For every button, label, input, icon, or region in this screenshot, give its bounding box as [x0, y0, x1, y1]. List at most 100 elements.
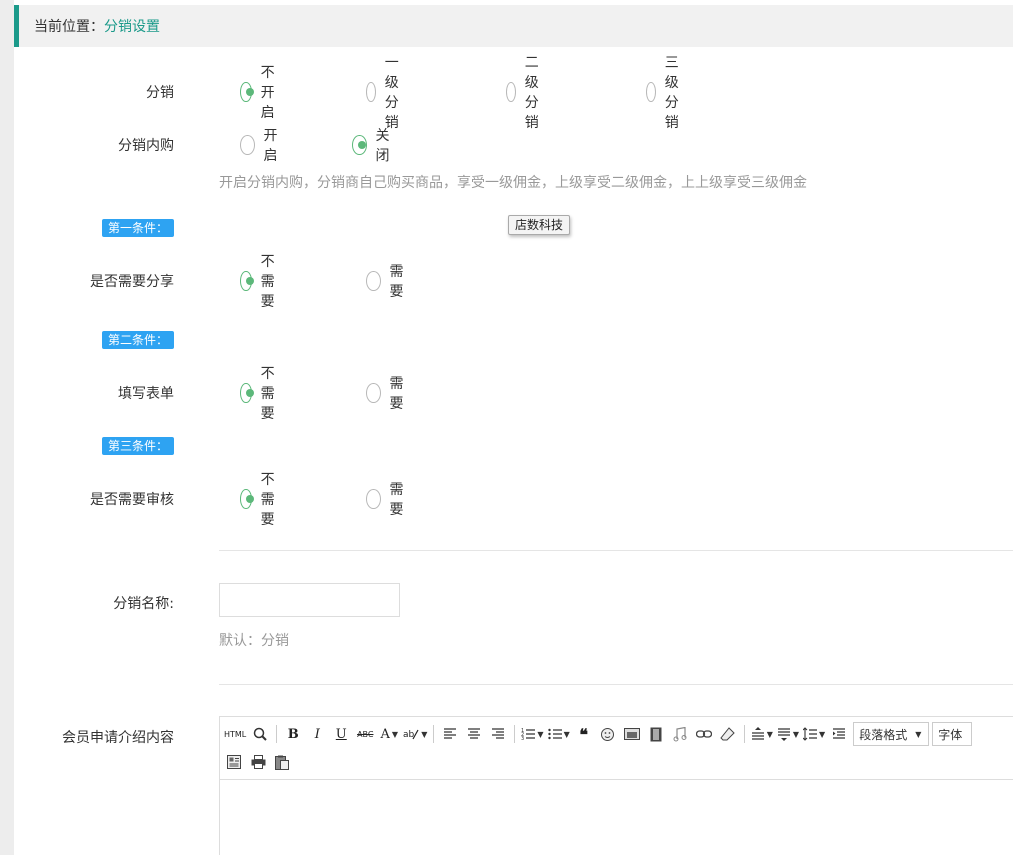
underline-button[interactable]: U — [331, 724, 351, 744]
rich-text-editor: HTML B I U ABC A ▼ ab ▼ 1 2 3 ▼ ▼ ❝ ▼ ▼ … — [219, 716, 1013, 855]
fill-form-label: 填写表单 — [118, 386, 174, 402]
row-spacing-top-button[interactable]: ▼ — [751, 724, 773, 744]
fill-form-row: 填写表单 不需要 需要 — [14, 366, 1013, 422]
align-left-icon[interactable] — [440, 724, 460, 744]
radio-checked[interactable] — [240, 489, 254, 509]
internal-purchase-option-off[interactable]: 关闭 — [352, 128, 395, 164]
video-icon[interactable] — [646, 724, 666, 744]
image-icon[interactable] — [622, 724, 642, 744]
internal-purchase-help: 开启分销内购，分销商自己购买商品，享受一级佣金，上级享受二级佣金，上上级享受三级… — [219, 175, 807, 191]
option-label: 关闭 — [375, 128, 390, 164]
radio[interactable] — [240, 135, 255, 155]
radio[interactable] — [366, 271, 381, 291]
editor-toolbar-row-1: HTML B I U ABC A ▼ ab ▼ 1 2 3 ▼ ▼ ❝ ▼ ▼ … — [224, 722, 975, 746]
preview-icon[interactable] — [250, 724, 270, 744]
breadcrumb-current[interactable]: 分销设置 — [104, 16, 160, 36]
need-review-option-yes[interactable]: 需要 — [366, 482, 409, 518]
radio[interactable] — [366, 383, 381, 403]
template-icon[interactable] — [224, 752, 244, 772]
radio[interactable] — [366, 489, 381, 509]
distribution-label: 分销 — [146, 85, 174, 101]
radio-checked[interactable] — [240, 271, 254, 291]
radio-checked[interactable] — [240, 82, 254, 102]
toolbar-separator — [433, 725, 435, 743]
fill-form-option-no[interactable]: 不需要 — [240, 366, 283, 422]
radio[interactable] — [366, 82, 376, 102]
chevron-down-icon: ▼ — [766, 729, 773, 739]
option-label: 需要 — [389, 482, 404, 518]
divider — [219, 550, 1013, 551]
toolbar-separator — [276, 725, 278, 743]
bold-button[interactable]: B — [283, 724, 303, 744]
need-share-option-no[interactable]: 不需要 — [240, 254, 283, 310]
font-color-button[interactable]: A ▼ — [379, 724, 399, 744]
distribution-option-level1[interactable]: 一级分销 — [366, 55, 409, 131]
distribution-option-off[interactable]: 不开启 — [240, 65, 283, 121]
paste-icon[interactable] — [272, 752, 292, 772]
distribution-name-default-hint: 默认：分销 — [219, 633, 289, 649]
divider — [219, 684, 1013, 685]
radio-checked[interactable] — [240, 383, 254, 403]
radio-checked[interactable] — [352, 135, 367, 155]
option-label: 不需要 — [260, 254, 275, 310]
option-label: 需要 — [389, 376, 404, 412]
condition-tag-third: 第三条件： — [102, 437, 174, 455]
option-label: 需要 — [389, 264, 404, 300]
row-spacing-bottom-button[interactable]: ▼ — [777, 724, 799, 744]
option-label: 三级分销 — [664, 55, 679, 131]
strikethrough-button[interactable]: ABC — [355, 724, 375, 744]
internal-purchase-row: 分销内购 开启 关闭 — [14, 128, 1013, 164]
chevron-down-icon: ▼ — [563, 729, 570, 739]
svg-text:3: 3 — [521, 736, 524, 741]
breadcrumb: 当前位置： 分销设置 — [14, 5, 1013, 47]
toolbar-separator — [743, 725, 745, 743]
unordered-list-button[interactable]: ▼ — [547, 724, 570, 744]
font-family-select[interactable]: 字体 — [932, 722, 973, 746]
highlight-button[interactable]: ab ▼ — [403, 724, 427, 744]
distribution-name-label: 分销名称: — [113, 596, 174, 612]
option-label: 不需要 — [260, 472, 275, 528]
paragraph-format-label: 段落格式 — [859, 727, 908, 742]
font-family-label: 字体 — [938, 727, 963, 742]
editor-content-area[interactable] — [220, 781, 1013, 855]
need-share-option-yes[interactable]: 需要 — [366, 264, 409, 300]
chevron-down-icon: ▼ — [537, 729, 544, 739]
left-gutter — [0, 0, 14, 855]
align-center-icon[interactable] — [464, 724, 484, 744]
chevron-down-icon: ▼ — [915, 729, 922, 739]
eraser-icon[interactable] — [718, 724, 738, 744]
radio[interactable] — [646, 82, 656, 102]
option-label: 一级分销 — [384, 55, 399, 131]
ordered-list-button[interactable]: 1 2 3 ▼ — [521, 724, 543, 744]
indent-icon[interactable] — [829, 724, 849, 744]
music-icon[interactable] — [670, 724, 690, 744]
blockquote-icon[interactable]: ❝ — [574, 724, 594, 744]
html-source-button[interactable]: HTML — [224, 724, 246, 744]
member-intro-label: 会员申请介绍内容 — [62, 730, 174, 746]
italic-button[interactable]: I — [307, 724, 327, 744]
toolbar-separator — [514, 725, 516, 743]
emoticon-icon[interactable] — [598, 724, 618, 744]
distribution-name-input[interactable] — [219, 583, 400, 617]
chevron-down-icon: ▼ — [819, 729, 826, 739]
need-review-label: 是否需要审核 — [90, 492, 174, 508]
link-icon[interactable] — [694, 724, 714, 744]
print-icon[interactable] — [248, 752, 268, 772]
paragraph-format-select[interactable]: 段落格式 ▼ — [853, 722, 930, 746]
condition-tag-first: 第一条件： — [102, 219, 174, 237]
breadcrumb-prefix: 当前位置： — [34, 19, 104, 35]
need-review-option-no[interactable]: 不需要 — [240, 472, 283, 528]
fill-form-option-yes[interactable]: 需要 — [366, 376, 409, 412]
distribution-option-level3[interactable]: 三级分销 — [646, 55, 689, 131]
need-share-label: 是否需要分享 — [90, 274, 174, 290]
chevron-down-icon: ▼ — [391, 729, 399, 739]
internal-purchase-label: 分销内购 — [118, 138, 174, 154]
align-right-icon[interactable] — [488, 724, 508, 744]
internal-purchase-option-on[interactable]: 开启 — [240, 128, 283, 164]
option-label: 不需要 — [260, 366, 275, 422]
tooltip: 店数科技 — [508, 215, 571, 235]
radio[interactable] — [506, 82, 516, 102]
line-height-button[interactable]: ▼ — [803, 724, 825, 744]
font-color-icon: A — [380, 726, 390, 742]
distribution-option-level2[interactable]: 二级分销 — [506, 55, 549, 131]
